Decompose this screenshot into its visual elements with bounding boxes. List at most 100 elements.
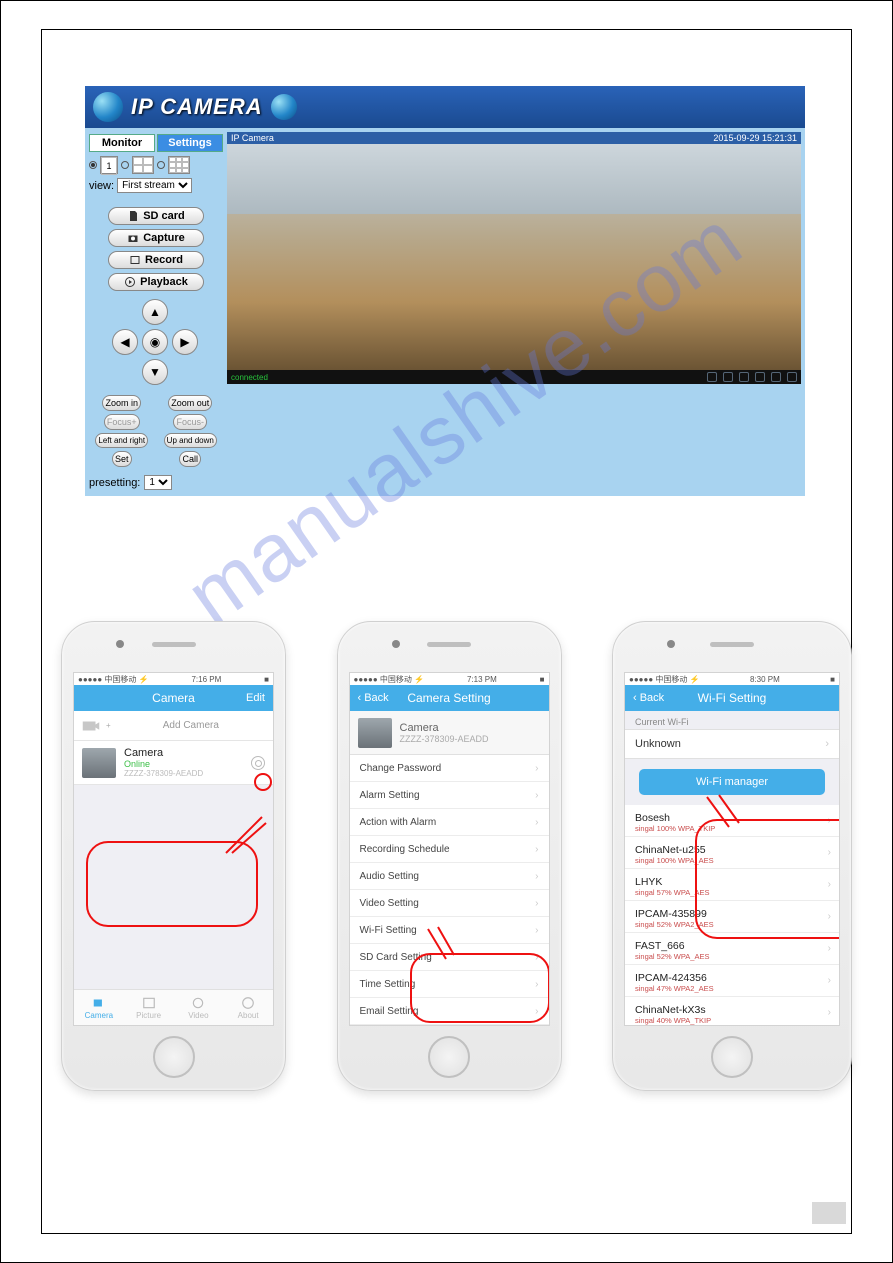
add-camera-row[interactable]: + Add Camera: [74, 711, 273, 741]
back-button[interactable]: ‹ Back: [633, 692, 673, 704]
toolbar-icon[interactable]: [707, 372, 717, 382]
wifi-row[interactable]: ChinaNet-kX3ssingal 40% WPA_TKIP›: [625, 997, 839, 1025]
row-recording-schedule[interactable]: Recording Schedule›: [350, 836, 549, 863]
radio-1up[interactable]: [89, 161, 97, 169]
mirror-lr-button[interactable]: Left and right: [95, 433, 148, 448]
chevron-right-icon: ›: [828, 975, 831, 986]
toolbar-icon[interactable]: [771, 372, 781, 382]
sdcard-icon: [127, 210, 139, 222]
ptz-pad: ▲ ◀◉▶ ▼: [89, 299, 223, 387]
focus-plus-button[interactable]: Focus+: [104, 414, 140, 430]
page-frame: IP CAMERA Monitor Settings 1 view:: [0, 0, 893, 1263]
chevron-right-icon: ›: [535, 817, 538, 828]
wifi-manager-button[interactable]: Wi-Fi manager: [639, 769, 825, 795]
preset-call-button[interactable]: Call: [179, 451, 201, 467]
status-bar: ●●●●● 中国移动 ⚡7:16 PM■: [74, 673, 273, 685]
tab-about[interactable]: About: [223, 990, 273, 1025]
page-number-box: [812, 1202, 846, 1224]
video-feed[interactable]: [227, 144, 801, 370]
preset-label: presetting:: [89, 477, 140, 489]
tab-bar: Camera Picture Video About: [74, 989, 273, 1025]
camera-header: Camera ZZZZ-378309-AEADD: [350, 711, 549, 755]
preset-select[interactable]: 1: [144, 475, 172, 490]
tab-camera[interactable]: Camera: [74, 990, 124, 1025]
gear-icon[interactable]: [251, 756, 265, 770]
timestamp: 2015-09-29 15:21:31: [713, 133, 797, 143]
phone-mockup-3: ●●●●● 中国移动 ⚡8:30 PM■ ‹ Back Wi-Fi Settin…: [612, 621, 852, 1091]
nav-title: Wi-Fi Setting: [673, 691, 791, 705]
phone-mockup-1: ●●●●● 中国移动 ⚡7:16 PM■ Camera Edit + Add C…: [61, 621, 286, 1091]
phone-mockup-2: ●●●●● 中国移动 ⚡7:13 PM■ ‹ Back Camera Setti…: [337, 621, 562, 1091]
ptz-right-button[interactable]: ▶: [172, 329, 198, 355]
ipcam-app: IP CAMERA Monitor Settings 1 view:: [85, 86, 805, 496]
home-button-icon: [428, 1036, 470, 1078]
grid-1-icon[interactable]: 1: [100, 156, 118, 174]
zoom-in-button[interactable]: Zoom in: [102, 395, 141, 411]
nav-bar: ‹ Back Camera Setting: [350, 685, 549, 711]
grid-4-icon[interactable]: [132, 156, 154, 174]
ptz-down-button[interactable]: ▼: [142, 359, 168, 385]
toolbar-icon[interactable]: [739, 372, 749, 382]
status-bar: ●●●●● 中国移动 ⚡8:30 PM■: [625, 673, 839, 685]
chevron-right-icon: ›: [828, 943, 831, 954]
current-wifi-label: Current Wi-Fi: [625, 711, 839, 729]
globe-icon: [271, 94, 297, 120]
camera-list-item[interactable]: Camera Online ZZZZ-378309-AEADD: [74, 741, 273, 785]
info-icon: [241, 996, 255, 1010]
grid-9-icon[interactable]: [168, 156, 190, 174]
sdcard-button[interactable]: SD card: [108, 207, 204, 225]
wifi-row[interactable]: IPCAM-424356singal 47% WPA2_AES›: [625, 965, 839, 997]
ptz-center-button[interactable]: ◉: [142, 329, 168, 355]
connection-status: connected: [231, 373, 268, 382]
focus-minus-button[interactable]: Focus-: [173, 414, 207, 430]
callout-bubble: [695, 819, 839, 939]
toolbar-icon[interactable]: [723, 372, 733, 382]
record-button[interactable]: Record: [108, 251, 204, 269]
toolbar-icon[interactable]: [755, 372, 765, 382]
chevron-right-icon: ›: [535, 790, 538, 801]
nav-title: Camera: [122, 691, 225, 705]
back-button[interactable]: ‹ Back: [358, 692, 398, 704]
callout-bubble: [86, 841, 258, 927]
toolbar-icon[interactable]: [787, 372, 797, 382]
ipcam-header: IP CAMERA: [85, 86, 805, 128]
callout-circle: [254, 773, 272, 791]
chevron-right-icon: ›: [825, 738, 829, 750]
picture-icon: [142, 996, 156, 1010]
mirror-ud-button[interactable]: Up and down: [164, 433, 217, 448]
tab-settings[interactable]: Settings: [157, 134, 223, 152]
playback-button[interactable]: Playback: [108, 273, 204, 291]
radio-4up[interactable]: [121, 161, 129, 169]
chevron-right-icon: ›: [535, 925, 538, 936]
nav-title: Camera Setting: [398, 691, 501, 705]
ptz-left-button[interactable]: ◀: [112, 329, 138, 355]
current-wifi-row[interactable]: Unknown›: [625, 729, 839, 759]
row-change-password[interactable]: Change Password›: [350, 755, 549, 782]
preset-set-button[interactable]: Set: [112, 451, 132, 467]
grid-layout-select: 1: [89, 156, 223, 174]
zoom-out-button[interactable]: Zoom out: [168, 395, 212, 411]
edit-button[interactable]: Edit: [225, 692, 265, 704]
camera-icon: [127, 232, 139, 244]
stream-select[interactable]: First stream: [117, 178, 192, 193]
camera-thumbnail: [82, 748, 116, 778]
ptz-up-button[interactable]: ▲: [142, 299, 168, 325]
film-icon: [129, 254, 141, 266]
tab-picture[interactable]: Picture: [124, 990, 174, 1025]
capture-button[interactable]: Capture: [108, 229, 204, 247]
row-video-setting[interactable]: Video Setting›: [350, 890, 549, 917]
row-audio-setting[interactable]: Audio Setting›: [350, 863, 549, 890]
chevron-right-icon: ›: [535, 763, 538, 774]
radio-9up[interactable]: [157, 161, 165, 169]
tab-monitor[interactable]: Monitor: [89, 134, 155, 152]
camera-add-icon: [82, 719, 100, 733]
row-action-alarm[interactable]: Action with Alarm›: [350, 809, 549, 836]
chevron-right-icon: ›: [535, 844, 538, 855]
tab-video[interactable]: Video: [174, 990, 224, 1025]
video-panel: IP Camera 2015-09-29 15:21:31 connected: [227, 128, 805, 496]
nav-bar: Camera Edit: [74, 685, 273, 711]
home-button-icon: [153, 1036, 195, 1078]
row-alarm-setting[interactable]: Alarm Setting›: [350, 782, 549, 809]
home-button-icon: [711, 1036, 753, 1078]
play-icon: [124, 276, 136, 288]
